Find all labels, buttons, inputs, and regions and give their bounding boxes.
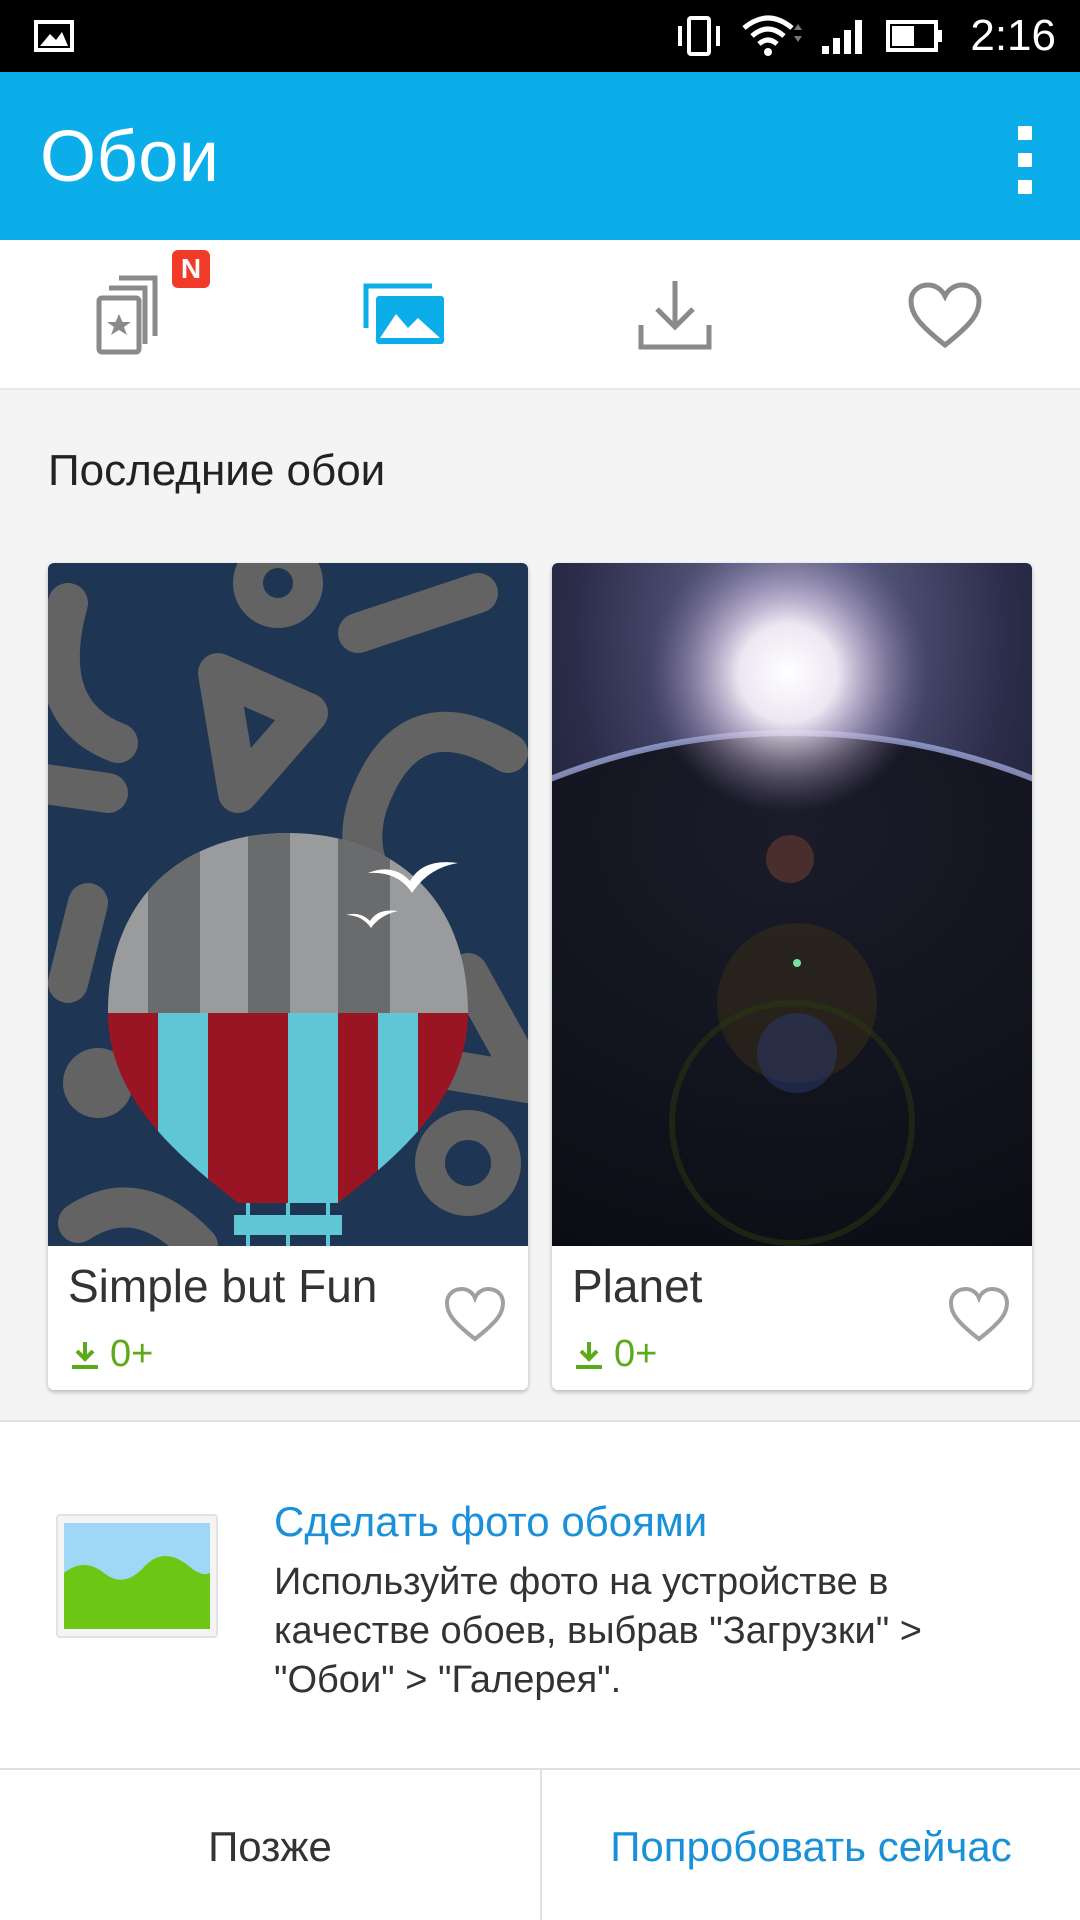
- tab-wallpapers[interactable]: [270, 240, 540, 390]
- image-notification-icon: [34, 20, 74, 52]
- favorite-heart-icon[interactable]: [948, 1285, 1010, 1343]
- later-button[interactable]: Позже: [0, 1770, 540, 1920]
- download-count-value: 0+: [614, 1333, 658, 1375]
- app-title: Обои: [40, 117, 220, 197]
- overflow-menu-icon[interactable]: [1010, 126, 1040, 194]
- section-title: Последние обои: [48, 446, 386, 495]
- new-badge: N: [172, 250, 210, 288]
- wallpaper-card[interactable]: Simple but Fun 0+: [48, 563, 528, 1390]
- prompt-actions: Позже Попробовать сейчас: [0, 1768, 1080, 1920]
- tab-downloads[interactable]: [540, 240, 810, 390]
- wifi-icon: [742, 15, 803, 56]
- wallpaper-card[interactable]: Planet 0+: [552, 563, 1032, 1390]
- download-count: 0+: [70, 1333, 153, 1376]
- download-icon: [638, 281, 712, 350]
- wallpapers-icon: [363, 283, 444, 344]
- prompt-title: Сделать фото обоями: [274, 1498, 708, 1545]
- app-bar: Обои: [0, 72, 1080, 240]
- status-bar: 2:16: [0, 0, 1080, 72]
- wallpaper-thumbnail: [552, 563, 1032, 1246]
- download-count: 0+: [574, 1333, 657, 1376]
- download-count-value: 0+: [110, 1333, 154, 1375]
- status-icons: 2:16: [676, 0, 1056, 72]
- tab-row: N: [0, 240, 1080, 390]
- favorite-heart-icon[interactable]: [444, 1285, 506, 1343]
- tab-themes[interactable]: N: [0, 240, 270, 390]
- status-time: 2:16: [970, 11, 1056, 60]
- download-small-icon: [72, 1341, 98, 1369]
- favorite-icon: [908, 282, 982, 349]
- tab-favorites[interactable]: [810, 240, 1080, 390]
- photo-wallpaper-prompt: Сделать фото обоями Используйте фото на …: [0, 1420, 1080, 1920]
- vibrate-icon: [678, 16, 721, 56]
- try-now-button[interactable]: Попробовать сейчас: [540, 1770, 1080, 1920]
- wallpaper-title: Simple but Fun: [68, 1260, 378, 1312]
- download-small-icon: [576, 1341, 602, 1369]
- wallpaper-thumbnail: [48, 563, 528, 1246]
- battery-icon: [886, 20, 943, 52]
- prompt-body: Используйте фото на устройстве в качеств…: [274, 1561, 922, 1701]
- wallpaper-title: Planet: [572, 1260, 703, 1312]
- gallery-image-icon: [56, 1514, 218, 1638]
- themes-store-icon: [96, 275, 158, 355]
- signal-icon: [822, 20, 863, 54]
